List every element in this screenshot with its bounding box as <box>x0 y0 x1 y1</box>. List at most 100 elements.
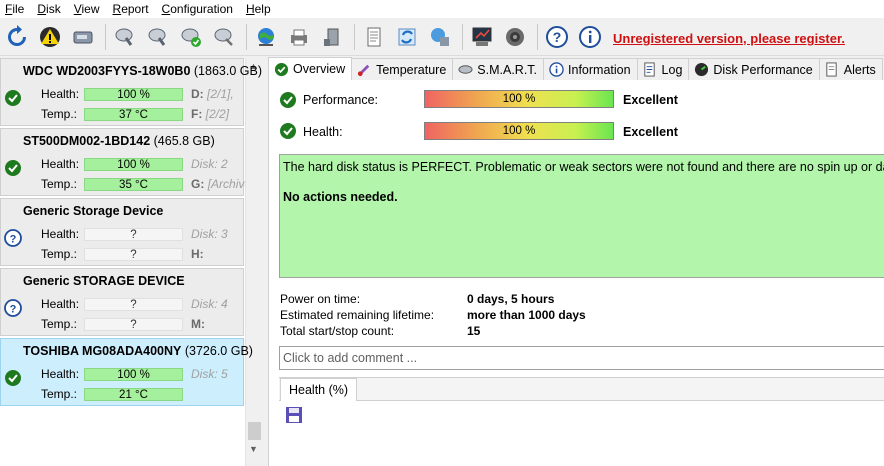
toolbar-separator <box>105 23 106 50</box>
menu-disk-label: isk <box>46 2 61 16</box>
help-icon: ? <box>546 25 568 48</box>
performance-icon <box>693 62 709 78</box>
toolbar-separator <box>537 23 538 50</box>
toolbar-separator <box>462 23 463 50</box>
check-icon <box>273 61 289 77</box>
register-link[interactable]: Unregistered version, please register. <box>613 31 845 46</box>
performance-bar: 100 % <box>424 90 614 108</box>
disk-temp-label: Temp.: <box>41 317 78 331</box>
disk-health-bar: 100 % <box>84 368 183 381</box>
log-icon <box>642 62 658 78</box>
tab-temperature[interactable]: Temperature <box>351 58 454 80</box>
comment-field[interactable]: Click to add comment ... <box>279 346 884 370</box>
menu-disk[interactable]: Disk <box>32 0 68 18</box>
disk-health-bar: 100 % <box>84 158 183 171</box>
disk-wrench-icon <box>214 28 233 46</box>
tab-information[interactable]: Information <box>543 58 638 80</box>
save-icon[interactable] <box>285 406 303 424</box>
disk-health-extra: D: [2/1], <box>191 87 234 101</box>
tab-alerts[interactable]: Alerts <box>818 58 883 80</box>
disk-name: Generic STORAGE DEVICE <box>23 274 185 288</box>
tab-label: Temperature <box>376 62 447 77</box>
tab-label: Information <box>568 62 631 77</box>
disk-name: Generic Storage Device <box>23 204 164 218</box>
tab-disk-performance[interactable]: Disk Performance <box>688 58 820 80</box>
startstop-label: Total start/stop count: <box>280 324 395 338</box>
disk-item[interactable]: ST500DM002-1BD142 (465.8 GB) Health: 100 %… <box>0 128 245 196</box>
document-button[interactable] <box>359 22 389 52</box>
status-message-box: The hard disk status is PERFECT. Problem… <box>279 154 884 278</box>
computer-button[interactable] <box>317 22 347 52</box>
disk-name: ST500DM002-1BD142 (465.8 GB) <box>23 134 215 148</box>
svg-text:?: ? <box>10 234 17 246</box>
warning-button[interactable] <box>35 22 65 52</box>
disk-check-button[interactable] <box>176 22 206 52</box>
disk-button[interactable] <box>68 22 98 52</box>
alerts-icon <box>824 62 840 78</box>
printer-button[interactable] <box>284 22 314 52</box>
disk-tool-button-1[interactable] <box>110 22 140 52</box>
toolbar-separator <box>246 23 247 50</box>
disk-temp-bar: ? <box>84 318 183 331</box>
disk-health-extra: Disk: 4 <box>191 297 228 311</box>
tab-overview[interactable]: Overview <box>268 57 353 80</box>
power-on-value: 0 days, 5 hours <box>467 292 555 306</box>
info-icon <box>579 25 601 48</box>
disk-item[interactable]: Generic STORAGE DEVICE ? Health:? Disk: 4… <box>0 268 244 336</box>
menu-report[interactable]: Report <box>108 0 157 18</box>
tab-log[interactable]: Log <box>636 58 690 80</box>
info-button[interactable] <box>575 22 605 52</box>
scroll-down-arrow-icon[interactable]: ▼ <box>249 444 258 454</box>
refresh-button[interactable] <box>2 22 32 52</box>
network-icon <box>431 27 449 46</box>
speaker-button[interactable] <box>500 22 530 52</box>
disk-health-extra: Disk: 3 <box>191 227 228 241</box>
menu-file[interactable]: File <box>0 0 32 18</box>
disk-wrench-button[interactable] <box>209 22 239 52</box>
status-action: No actions needed. <box>283 190 398 204</box>
health-chart-area <box>279 400 884 466</box>
disk-unknown-icon: ? <box>4 299 22 317</box>
disk-tool-button-2[interactable] <box>143 22 173 52</box>
disk-unknown-icon: ? <box>4 229 22 247</box>
disk-temp-bar: 37 °C <box>84 108 183 121</box>
disk-health-label: Health: <box>41 87 80 101</box>
printer-icon <box>291 29 307 45</box>
smart-icon <box>457 62 473 78</box>
tab-label: Disk Performance <box>713 62 813 77</box>
disk-item[interactable]: WDC WD2003FYYS-18W0B0 (1863.0 GB) Health:… <box>0 58 262 126</box>
disk-ok-icon <box>5 370 21 386</box>
sync-button[interactable] <box>392 22 422 52</box>
disk-list-scrollbar[interactable]: ▲ ▼ <box>245 58 262 466</box>
disk-item[interactable]: TOSHIBA MG08ADA400NY (3726.0 GB) Health: 1… <box>0 338 253 406</box>
tab-s-m-a-r-t[interactable]: S.M.A.R.T. <box>452 58 545 80</box>
warning-icon <box>40 26 60 47</box>
network-button[interactable] <box>425 22 455 52</box>
monitor-icon <box>472 27 492 46</box>
menu-view[interactable]: View <box>69 0 108 18</box>
sync-icon <box>398 28 416 45</box>
disk-temp-extra: F: [2/2] <box>191 107 230 121</box>
menu-report-label: eport <box>121 2 149 16</box>
thermometer-icon <box>356 62 372 78</box>
lifetime-label: Estimated remaining lifetime: <box>280 308 435 322</box>
disk-temp-extra: M: <box>191 317 205 331</box>
scrollbar-thumb[interactable] <box>248 422 261 440</box>
disk-health-label: Health: <box>41 297 80 311</box>
disk-tool-icon-2 <box>148 28 166 46</box>
menu-help[interactable]: Help <box>241 0 279 18</box>
menu-configuration[interactable]: Configuration <box>157 0 241 18</box>
globe-icon <box>258 27 274 46</box>
help-button[interactable]: ? <box>542 22 572 52</box>
globe-button[interactable] <box>251 22 281 52</box>
overview-panel: Performance: 100 % Excellent Health: 100… <box>268 80 884 466</box>
tab-label: Log <box>661 62 683 77</box>
disk-item[interactable]: Generic Storage Device ? Health:? Disk: 3… <box>0 198 244 266</box>
disk-health-bar: ? <box>84 298 183 311</box>
health-label: Health: <box>303 125 343 139</box>
document-icon <box>367 27 381 46</box>
status-message: The hard disk status is PERFECT. Problem… <box>283 160 884 174</box>
monitor-button[interactable] <box>467 22 497 52</box>
disk-health-bar: 100 % <box>84 88 183 101</box>
tab-health-percent[interactable]: Health (%) <box>280 378 358 401</box>
